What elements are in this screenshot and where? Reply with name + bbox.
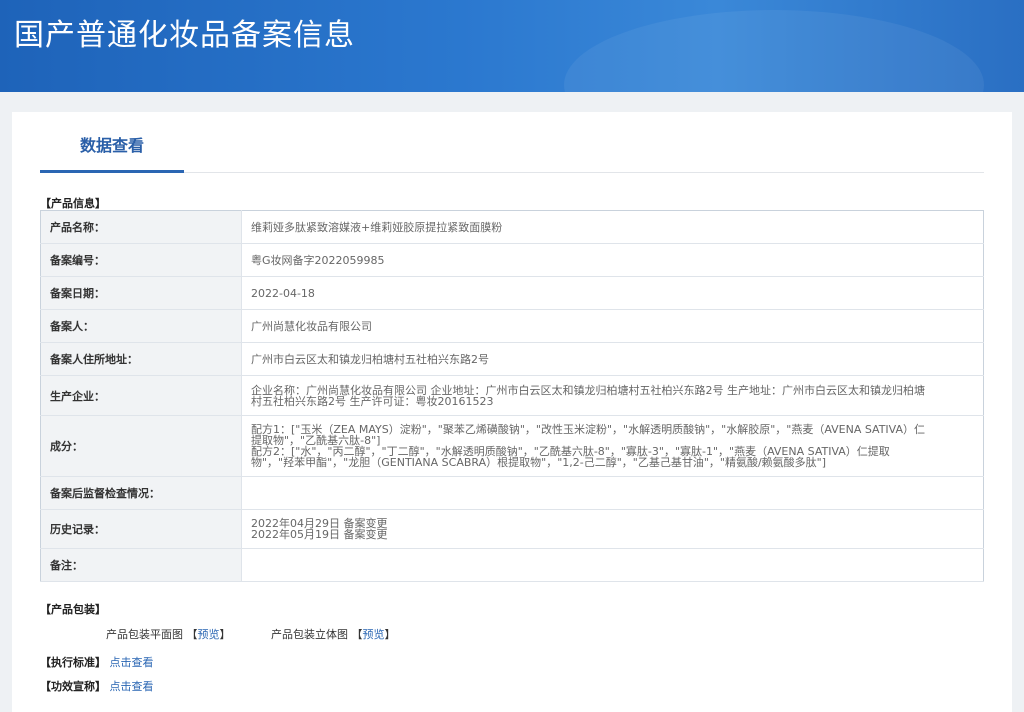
bracket-close: 】 — [384, 628, 396, 641]
packaging-solid-label: 产品包装立体图 — [271, 628, 348, 641]
info-row: 备案后监督检查情况： — [40, 476, 984, 510]
tab-data-view[interactable]: 数据查看 — [40, 112, 184, 173]
info-row-value — [241, 548, 984, 582]
info-row: 备注： — [40, 548, 984, 582]
info-row-value: 广州市白云区太和镇龙归柏塘村五社柏兴东路2号 — [241, 342, 984, 376]
info-row-value: 企业名称：广州尚慧化妆品有限公司 企业地址：广州市白云区太和镇龙归柏塘村五社柏兴… — [241, 375, 984, 416]
standard-section-title: 【执行标准】 — [40, 656, 106, 669]
info-row-value-line: 粤G妆网备字2022059985 — [251, 253, 385, 267]
info-row-value: 粤G妆网备字2022059985 — [241, 243, 984, 277]
preview-flat-link[interactable]: 预览 — [198, 628, 220, 641]
info-row-value: 2022-04-18 — [241, 276, 984, 310]
info-row-value — [241, 476, 984, 510]
info-row-value-line: 2022年05月19日 备案变更 — [251, 528, 388, 541]
banner-decoration — [564, 10, 984, 92]
tab-bar: 数据查看 — [40, 112, 984, 173]
info-row-label: 备案编号： — [40, 243, 242, 277]
packaging-section-title: 【产品包装】 — [40, 603, 106, 616]
info-row-value: 配方1：["玉米（ZEA MAYS）淀粉"，"聚苯乙烯磺酸钠"，"改性玉米淀粉"… — [241, 415, 984, 477]
product-info-table: 产品名称： 维莉娅多肽紧致溶媒液+维莉娅胶原提拉紧致面膜粉 备案编号： 粤G妆网备字2… — [40, 210, 984, 582]
info-row: 备案人： 广州尚慧化妆品有限公司 — [40, 309, 984, 343]
info-row-value: 维莉娅多肽紧致溶媒液+维莉娅胶原提拉紧致面膜粉 — [241, 210, 984, 244]
info-row-value-line: 广州市白云区太和镇龙归柏塘村五社柏兴东路2号 — [251, 352, 489, 366]
info-row-label: 产品名称： — [40, 210, 242, 244]
efficacy-row: 【功效宣称】 点击查看 — [40, 678, 154, 694]
info-row-label: 备注： — [40, 548, 242, 582]
info-row-value-line: 企业名称：广州尚慧化妆品有限公司 企业地址：广州市白云区太和镇龙归柏塘村五社柏兴… — [251, 383, 925, 397]
info-row: 生产企业： 企业名称：广州尚慧化妆品有限公司 企业地址：广州市白云区太和镇龙归柏塘… — [40, 375, 984, 416]
efficacy-view-link[interactable]: 点击查看 — [110, 680, 154, 693]
info-row-label: 备案后监督检查情况： — [40, 476, 242, 510]
info-row: 历史记录： 2022年04月29日 备案变更 2022年05月19日 备案变更 — [40, 509, 984, 549]
standard-row: 【执行标准】 点击查看 — [40, 654, 154, 670]
info-row: 备案日期： 2022-04-18 — [40, 276, 984, 310]
info-row-label: 备案日期： — [40, 276, 242, 310]
info-row-label: 生产企业： — [40, 375, 242, 416]
packaging-flat-row: 产品包装平面图 【预览】 — [106, 626, 231, 642]
info-row-value-line: 村五社柏兴东路2号 生产许可证：粤妆20161523 — [251, 394, 494, 408]
info-row-value-line: 2022-04-18 — [251, 286, 315, 300]
info-row-value-line: 广州尚慧化妆品有限公司 — [251, 319, 372, 333]
info-row: 备案人住所地址： 广州市白云区太和镇龙归柏塘村五社柏兴东路2号 — [40, 342, 984, 376]
header-banner: 国产普通化妆品备案信息 — [0, 0, 1024, 92]
product-info-section-title: 【产品信息】 — [40, 197, 106, 210]
info-row: 成分： 配方1：["玉米（ZEA MAYS）淀粉"，"聚苯乙烯磺酸钠"，"改性玉米… — [40, 415, 984, 477]
bracket-open: 【 — [351, 628, 363, 641]
info-row: 产品名称： 维莉娅多肽紧致溶媒液+维莉娅胶原提拉紧致面膜粉 — [40, 210, 984, 244]
info-row-label: 历史记录： — [40, 509, 242, 549]
info-row-label: 备案人： — [40, 309, 242, 343]
standard-view-link[interactable]: 点击查看 — [110, 656, 154, 669]
info-row-value-line: 物"，"羟苯甲酯"，"龙胆（GENTIANA SCABRA）根提取物"，"1,2… — [251, 456, 827, 469]
packaging-flat-label: 产品包装平面图 — [106, 628, 183, 641]
packaging-solid-row: 产品包装立体图 【预览】 — [271, 626, 396, 642]
bracket-close: 】 — [219, 628, 231, 641]
info-row-value: 广州尚慧化妆品有限公司 — [241, 309, 984, 343]
bracket-open: 【 — [186, 628, 198, 641]
info-row: 备案编号： 粤G妆网备字2022059985 — [40, 243, 984, 277]
content-panel: 数据查看 【产品信息】 产品名称： 维莉娅多肽紧致溶媒液+维莉娅胶原提拉紧致面膜粉… — [12, 112, 1012, 712]
page-title: 国产普通化妆品备案信息 — [14, 18, 355, 53]
info-row-label: 成分： — [40, 415, 242, 477]
preview-solid-link[interactable]: 预览 — [363, 628, 385, 641]
info-row-value: 2022年04月29日 备案变更 2022年05月19日 备案变更 — [241, 509, 984, 549]
info-row-label: 备案人住所地址： — [40, 342, 242, 376]
info-row-value-line: 维莉娅多肽紧致溶媒液+维莉娅胶原提拉紧致面膜粉 — [251, 220, 503, 234]
efficacy-section-title: 【功效宣称】 — [40, 680, 106, 693]
